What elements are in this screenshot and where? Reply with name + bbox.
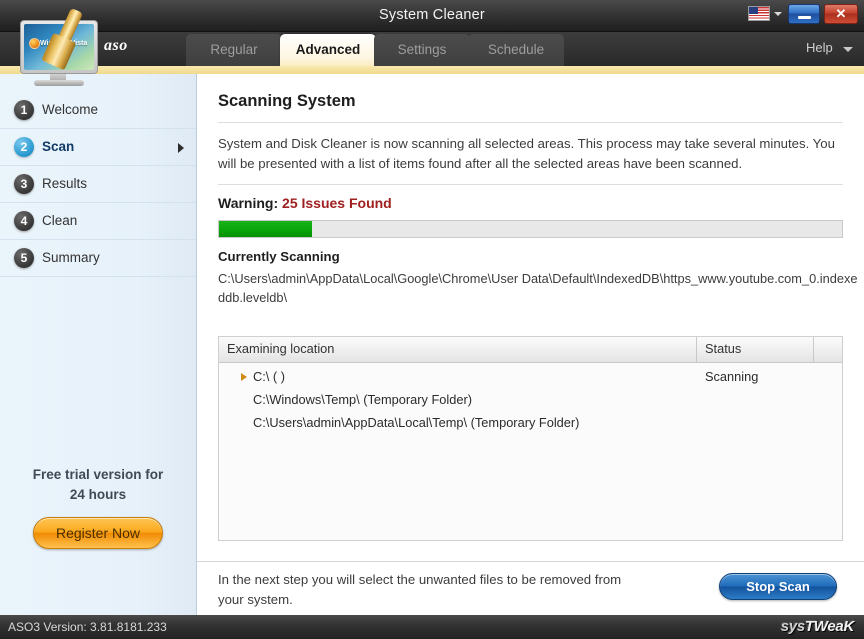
help-chevron-down-icon[interactable]	[843, 47, 853, 52]
flag-canton	[749, 7, 758, 14]
vendor-tweak: TWeaK	[805, 618, 854, 635]
step-badge: 3	[14, 174, 34, 194]
help-label-first: H	[806, 40, 815, 55]
window-title: System Cleaner	[0, 0, 864, 31]
table-row[interactable]: C:\Windows\Temp\ (Temporary Folder)	[219, 388, 842, 411]
step-badge: 1	[14, 100, 34, 120]
step-badge: 5	[14, 248, 34, 268]
intro-paragraph: System and Disk Cleaner is now scanning …	[218, 134, 846, 174]
expand-triangle-icon[interactable]	[241, 373, 247, 381]
warning-row: Warning: 25 Issues Found	[218, 195, 392, 211]
cell-location: C:\ ( )	[253, 365, 285, 388]
currently-scanning-label: Currently Scanning	[218, 249, 340, 264]
sidebar-item-label: Clean	[42, 203, 77, 239]
sidebar-item-summary[interactable]: 5 Summary	[0, 240, 196, 277]
sidebar-item-label: Summary	[42, 240, 100, 276]
minimize-button[interactable]	[788, 4, 820, 24]
table-header: Examining location Status	[219, 337, 842, 363]
sidebar-item-label: Scan	[42, 129, 74, 165]
trial-notice: Free trial version for 24 hours Register…	[0, 465, 196, 549]
currently-scanning-path: C:\Users\admin\AppData\Local\Google\Chro…	[218, 269, 858, 307]
trial-line-1: Free trial version for	[0, 465, 196, 485]
accent-strip	[0, 66, 864, 74]
minimize-icon	[798, 16, 811, 19]
close-icon: ✕	[825, 5, 857, 23]
main-content: Scanning System System and Disk Cleaner …	[197, 74, 864, 561]
windows-orb-icon	[29, 38, 40, 49]
step-badge: 4	[14, 211, 34, 231]
tab-regular[interactable]: Regular	[186, 34, 282, 66]
action-footer: In the next step you will select the unw…	[197, 561, 864, 615]
cell-location: C:\Users\admin\AppData\Local\Temp\ (Temp…	[253, 411, 579, 434]
column-header-status[interactable]: Status	[697, 337, 814, 362]
sidebar-item-label: Results	[42, 166, 87, 202]
scan-progress-bar	[218, 220, 843, 238]
cell-status: Scanning	[705, 365, 758, 388]
examining-location-table: Examining location Status C:\ ( ) Scanni…	[218, 336, 843, 541]
table-row[interactable]: C:\ ( ) Scanning	[219, 365, 842, 388]
version-text: ASO3 Version: 3.81.8181.233	[8, 615, 167, 639]
app-logo: WindowsVista	[8, 12, 108, 88]
help-menu[interactable]: Help	[806, 40, 833, 55]
sidebar-item-welcome[interactable]: 1 Welcome	[0, 92, 196, 129]
us-flag-icon[interactable]	[748, 6, 770, 21]
page-title: Scanning System	[218, 92, 356, 111]
application-window: System Cleaner ✕ aso Regular Advanced Se…	[0, 0, 864, 639]
trial-line-2: 24 hours	[0, 485, 196, 505]
systweak-logo: sysTWeaK	[781, 618, 854, 635]
chevron-right-icon	[178, 143, 184, 153]
divider	[218, 184, 843, 185]
help-label-rest: elp	[815, 40, 832, 55]
close-button[interactable]: ✕	[824, 4, 858, 24]
stop-scan-button[interactable]: Stop Scan	[719, 573, 837, 600]
language-chevron-down-icon[interactable]	[774, 12, 782, 16]
divider	[218, 122, 843, 123]
title-bar: System Cleaner	[0, 0, 864, 32]
sidebar-item-clean[interactable]: 4 Clean	[0, 203, 196, 240]
cell-location: C:\Windows\Temp\ (Temporary Folder)	[253, 388, 472, 411]
tab-settings[interactable]: Settings	[374, 34, 470, 66]
column-header-extra[interactable]	[814, 337, 842, 362]
tab-advanced[interactable]: Advanced	[280, 34, 376, 66]
warning-label: Warning:	[218, 195, 278, 211]
scan-progress-fill	[219, 221, 312, 237]
footer-note: In the next step you will select the unw…	[218, 570, 638, 610]
sidebar-item-scan[interactable]: 2 Scan	[0, 129, 196, 166]
table-row[interactable]: C:\Users\admin\AppData\Local\Temp\ (Temp…	[219, 411, 842, 434]
step-badge: 2	[14, 137, 34, 157]
vendor-sys: sys	[781, 618, 805, 635]
column-header-location[interactable]: Examining location	[219, 337, 697, 362]
issues-found-count: 25 Issues Found	[282, 195, 392, 211]
sidebar-item-results[interactable]: 3 Results	[0, 166, 196, 203]
tab-schedule[interactable]: Schedule	[468, 34, 564, 66]
sidebar-item-label: Welcome	[42, 92, 98, 128]
status-bar: ASO3 Version: 3.81.8181.233 sysTWeaK	[0, 615, 864, 639]
sidebar: 1 Welcome 2 Scan 3 Results 4 Clean 5 Sum…	[0, 74, 197, 615]
register-now-button[interactable]: Register Now	[33, 517, 163, 549]
monitor-base	[34, 80, 84, 86]
